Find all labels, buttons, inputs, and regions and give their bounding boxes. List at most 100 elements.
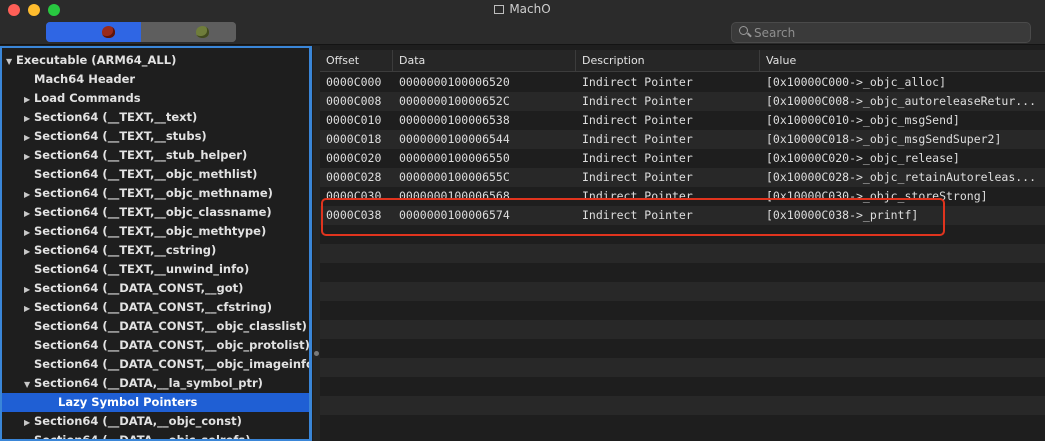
cell-value: [0x10000C008->_objc_autoreleaseRetur... [766, 94, 1037, 108]
table-row[interactable]: 0000C000 0000000100006520 Indirect Pointer… [320, 73, 1045, 92]
table-row[interactable]: 0000C018 0000000100006544 Indirect Pointer… [320, 130, 1045, 149]
table-row-empty [320, 301, 1045, 320]
table-row-empty [320, 358, 1045, 377]
sidebar-item-label: Section64 (__DATA,__objc_selrefs) [34, 433, 251, 441]
sidebar-item[interactable]: ▶ Section64 (__TEXT,__objc_methname) [2, 184, 309, 204]
sidebar-item-label: Section64 (__TEXT,__objc_classname) [34, 205, 272, 219]
disclosure-collapsed-icon[interactable]: ▶ [24, 204, 34, 223]
toolbar [0, 20, 1045, 45]
column-header-description[interactable]: Description [576, 50, 760, 72]
table-header: Offset Data Description Value [320, 50, 1045, 72]
sidebar-item[interactable]: ▶ Section64 (__TEXT,__objc_classname) [2, 203, 309, 223]
sidebar-item-label: Section64 (__DATA,__la_symbol_ptr) [34, 376, 263, 390]
sidebar-item[interactable]: ▼ Executable (ARM64_ALL) [2, 51, 309, 71]
cell-data: 000000010000655C [399, 170, 510, 184]
table-row[interactable]: 0000C008 000000010000652C Indirect Pointer… [320, 92, 1045, 111]
cell-value: [0x10000C030->_objc_storeStrong] [766, 189, 988, 203]
column-header-data[interactable]: Data [393, 50, 576, 72]
cell-description: Indirect Pointer [582, 170, 693, 184]
segment-right[interactable] [141, 22, 236, 42]
table-row-empty [320, 415, 1045, 434]
column-header-offset[interactable]: Offset [320, 50, 393, 72]
cell-value: [0x10000C038->_printf] [766, 208, 919, 222]
cell-offset: 0000C000 [326, 75, 382, 89]
sidebar-item-label: Section64 (__DATA_CONST,__got) [34, 281, 244, 295]
cell-description: Indirect Pointer [582, 113, 693, 127]
disclosure-collapsed-icon[interactable]: ▶ [24, 432, 34, 439]
disclosure-collapsed-icon[interactable]: ▶ [24, 299, 34, 318]
disclosure-expanded-icon[interactable]: ▼ [24, 375, 34, 394]
disclosure-collapsed-icon[interactable]: ▶ [24, 90, 34, 109]
cell-offset: 0000C018 [326, 132, 382, 146]
table-row-empty [320, 377, 1045, 396]
sidebar-item[interactable]: Section64 (__DATA_CONST,__objc_imageinfo… [2, 355, 309, 374]
sidebar-item[interactable]: Section64 (__TEXT,__objc_methlist) [2, 165, 309, 184]
sidebar-item-label: Section64 (__TEXT,__unwind_info) [34, 262, 250, 276]
sidebar-item[interactable]: ▼ Section64 (__DATA,__la_symbol_ptr) [2, 374, 309, 394]
sidebar-tree[interactable]: ▼ Executable (ARM64_ALL) Mach64 Header ▶ Loa… [0, 46, 312, 441]
segment-left[interactable] [46, 22, 141, 42]
column-header-value[interactable]: Value [760, 50, 1045, 72]
cell-description: Indirect Pointer [582, 94, 693, 108]
document-icon [494, 5, 505, 14]
sidebar-item[interactable]: Lazy Symbol Pointers [2, 393, 309, 412]
search-field[interactable] [731, 22, 1031, 43]
cell-value: [0x10000C020->_objc_release] [766, 151, 960, 165]
sidebar-item-label: Mach64 Header [34, 72, 136, 86]
sidebar-item[interactable]: ▶ Load Commands [2, 89, 309, 109]
disclosure-collapsed-icon[interactable]: ▶ [24, 242, 34, 261]
disclosure-expanded-icon[interactable]: ▼ [6, 52, 16, 71]
disclosure-collapsed-icon[interactable]: ▶ [24, 109, 34, 128]
cell-value: [0x10000C000->_objc_alloc] [766, 75, 947, 89]
table-row-empty [320, 320, 1045, 339]
data-table: Offset Data Description Value 0000C000 00… [320, 46, 1045, 441]
cell-value: [0x10000C010->_objc_msgSend] [766, 113, 960, 127]
sidebar-item-label: Section64 (__DATA_CONST,__cfstring) [34, 300, 272, 314]
table-row[interactable]: 0000C010 0000000100006538 Indirect Pointer… [320, 111, 1045, 130]
disclosure-collapsed-icon[interactable]: ▶ [24, 413, 34, 432]
search-input[interactable] [754, 24, 1024, 42]
sidebar-item-label: Section64 (__TEXT,__objc_methname) [34, 186, 273, 200]
cell-offset: 0000C010 [326, 113, 382, 127]
disclosure-collapsed-icon[interactable]: ▶ [24, 223, 34, 242]
table-row[interactable]: 0000C038 0000000100006574 Indirect Pointer… [320, 206, 1045, 225]
cell-data: 0000000100006544 [399, 132, 510, 146]
disclosure-collapsed-icon[interactable]: ▶ [24, 185, 34, 204]
sidebar-item-label: Load Commands [34, 91, 141, 105]
sidebar-item[interactable]: Mach64 Header [2, 70, 309, 89]
sidebar-item-label: Executable (ARM64_ALL) [16, 53, 177, 67]
sidebar-item[interactable]: ▶ Section64 (__DATA_CONST,__cfstring) [2, 298, 309, 318]
sidebar-item[interactable]: ▶ Section64 (__TEXT,__text) [2, 108, 309, 128]
sidebar-item[interactable]: ▶ Section64 (__TEXT,__objc_methtype) [2, 222, 309, 242]
title-bar: MachO [0, 0, 1045, 20]
cell-data: 000000010000652C [399, 94, 510, 108]
table-row[interactable]: 0000C030 0000000100006568 Indirect Pointer… [320, 187, 1045, 206]
disclosure-collapsed-icon[interactable]: ▶ [24, 147, 34, 166]
sidebar-item[interactable]: ▶ Section64 (__DATA_CONST,__got) [2, 279, 309, 299]
sidebar-item[interactable]: ▶Section64 (__DATA,__objc_selrefs) [2, 431, 309, 441]
sidebar-item[interactable]: ▶ Section64 (__TEXT,__stubs) [2, 127, 309, 147]
sidebar-item-label: Section64 (__TEXT,__objc_methtype) [34, 224, 267, 238]
table-row[interactable]: 0000C020 0000000100006550 Indirect Pointer… [320, 149, 1045, 168]
sidebar-item-label: Section64 (__TEXT,__text) [34, 110, 198, 124]
sidebar-item[interactable]: ▶ Section64 (__TEXT,__cstring) [2, 241, 309, 261]
sidebar-item[interactable]: Section64 (__DATA_CONST,__objc_classlist… [2, 317, 309, 336]
table-row-empty [320, 396, 1045, 415]
cell-description: Indirect Pointer [582, 75, 693, 89]
table-row[interactable]: 0000C028 000000010000655C Indirect Pointer… [320, 168, 1045, 187]
green-bug-icon [196, 26, 209, 38]
sidebar-item-label: Section64 (__DATA,__objc_const) [34, 414, 242, 428]
cell-description: Indirect Pointer [582, 208, 693, 222]
disclosure-collapsed-icon[interactable]: ▶ [24, 128, 34, 147]
split-view-divider[interactable] [313, 46, 320, 441]
disclosure-collapsed-icon[interactable]: ▶ [24, 280, 34, 299]
sidebar-item[interactable]: Section64 (__TEXT,__unwind_info) [2, 260, 309, 279]
sidebar-item[interactable]: ▶ Section64 (__TEXT,__stub_helper) [2, 146, 309, 166]
sidebar-item-label: Section64 (__TEXT,__objc_methlist) [34, 167, 258, 181]
sidebar-item-label: Section64 (__TEXT,__stubs) [34, 129, 207, 143]
cell-offset: 0000C008 [326, 94, 382, 108]
divider-handle[interactable] [314, 351, 319, 356]
sidebar-item[interactable]: Section64 (__DATA_CONST,__objc_protolist… [2, 336, 309, 355]
sidebar-item[interactable]: ▶ Section64 (__DATA,__objc_const) [2, 412, 309, 432]
cell-description: Indirect Pointer [582, 189, 693, 203]
